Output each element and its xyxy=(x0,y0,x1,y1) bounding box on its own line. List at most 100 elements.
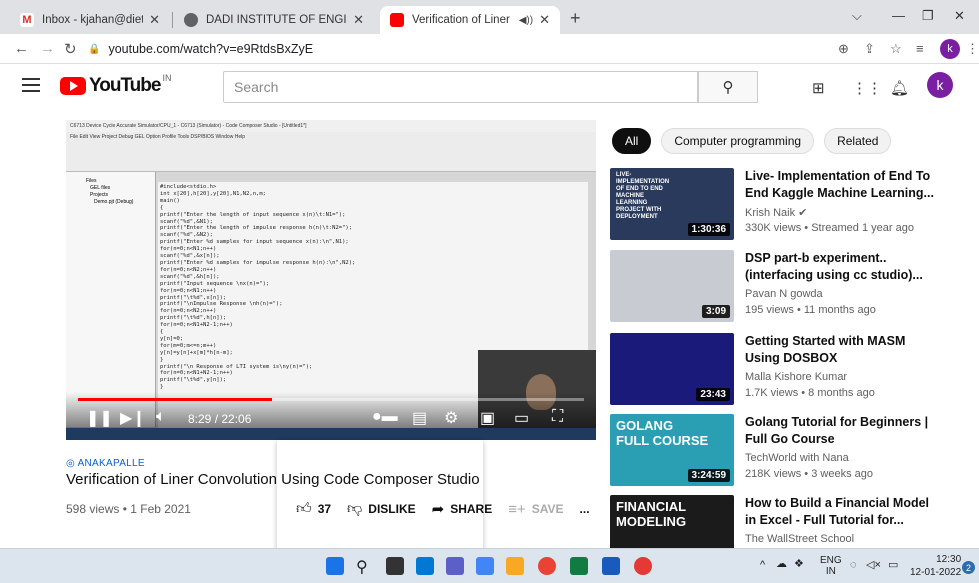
restore-icon[interactable]: ❐ xyxy=(922,8,934,24)
hover-card xyxy=(277,440,483,558)
chat-icon[interactable] xyxy=(446,557,464,575)
tab-inbox[interactable]: M Inbox - kjahan@diet.edu.in - Dad ✕ xyxy=(10,6,170,34)
youtube-logo[interactable]: YouTube IN xyxy=(60,73,171,97)
video-thumbnail[interactable]: GOLANG FULL COURSE 3:24:59 xyxy=(610,414,734,486)
word-icon[interactable] xyxy=(602,557,620,575)
video-time: 8:29 / 22:06 xyxy=(188,412,252,426)
next-icon[interactable]: ▶❙ xyxy=(120,408,146,428)
app-icon[interactable] xyxy=(634,557,652,575)
recommendation-card[interactable]: 23:43 Getting Started with MASM Using DOSB… xyxy=(610,333,970,413)
dropbox-icon[interactable]: ❖ xyxy=(794,559,804,570)
volume-icon[interactable]: 🔈︎ xyxy=(156,408,166,426)
edge-icon[interactable] xyxy=(476,557,494,575)
speaker-icon[interactable]: ◁× xyxy=(866,560,881,571)
channel-text: Krish Naik xyxy=(745,207,796,219)
video-stats: 1.7K views • 8 months ago xyxy=(745,387,875,399)
reading-list-icon[interactable]: ≡ xyxy=(916,41,924,56)
video-thumbnail[interactable]: LIVE- IMPLEMENTATION OF END TO END MACHI… xyxy=(610,168,734,240)
recommendation-title[interactable]: How to Build a Financial Model in Excel -… xyxy=(745,495,970,529)
screen-project-tree: Files GEL files Projects Demo.pjt (Debug… xyxy=(66,172,156,427)
close-tab-icon[interactable]: ✕ xyxy=(539,12,550,28)
clock[interactable]: 12:30 12-01-2022 xyxy=(910,553,961,579)
share-icon[interactable]: ⇪ xyxy=(864,41,875,57)
menu-icon[interactable] xyxy=(22,78,40,92)
like-button[interactable]: 👍︎ 37 xyxy=(296,500,331,518)
notification-badge[interactable]: 2 xyxy=(962,561,975,574)
back-icon[interactable]: ← xyxy=(14,40,29,57)
subtitles-icon[interactable]: ▤ xyxy=(412,408,427,428)
channel-name[interactable]: Pavan N gowda xyxy=(745,288,823,300)
forward-icon[interactable]: → xyxy=(40,40,55,57)
close-tab-icon[interactable]: ✕ xyxy=(149,12,160,28)
related-chips: All Computer programming Related xyxy=(612,128,901,154)
recommendation-title[interactable]: Golang Tutorial for Beginners | Full Go C… xyxy=(745,414,970,448)
widgets-icon[interactable] xyxy=(416,557,434,575)
browser-menu-icon[interactable]: ⋮ xyxy=(966,41,979,57)
close-window-icon[interactable]: ✕ xyxy=(954,8,965,24)
apps-icon[interactable]: ⋮⋮ xyxy=(852,79,882,97)
notifications-bell-icon[interactable]: 🔔︎ xyxy=(890,79,909,97)
reload-icon[interactable]: ↻ xyxy=(64,40,77,58)
bookmark-star-icon[interactable]: ☆ xyxy=(890,41,902,57)
globe-icon xyxy=(184,13,198,27)
chip-all[interactable]: All xyxy=(612,128,652,154)
channel-name[interactable]: Malla Kishore Kumar xyxy=(745,371,847,383)
new-tab-button[interactable]: + xyxy=(570,8,581,29)
file-explorer-icon[interactable] xyxy=(506,557,524,575)
show-hidden-icon[interactable]: ^ xyxy=(760,560,765,571)
share-button[interactable]: ➦ SHARE xyxy=(432,500,493,518)
tab-title: Inbox - kjahan@diet.edu.in - Dad xyxy=(42,14,144,26)
save-button[interactable]: ≡+ SAVE xyxy=(508,500,563,518)
browser-profile-avatar[interactable]: k xyxy=(940,39,960,59)
video-thumbnail[interactable]: 23:43 xyxy=(610,333,734,405)
recommendation-title[interactable]: Getting Started with MASM Using DOSBOX xyxy=(745,333,970,367)
search-taskbar-icon[interactable]: ⚲ xyxy=(356,557,374,576)
dislike-button[interactable]: 👎︎ DISLIKE xyxy=(347,500,416,518)
start-icon[interactable] xyxy=(326,557,344,575)
url-field[interactable]: 🔒 youtube.com/watch?v=e9RtdsBxZyE xyxy=(88,38,830,60)
audio-icon[interactable]: ◀)) xyxy=(519,15,533,26)
battery-icon[interactable]: ▭ xyxy=(888,560,898,571)
create-video-icon[interactable]: ⊞ xyxy=(812,79,825,97)
install-icon[interactable]: ⊕ xyxy=(838,41,849,57)
search-input[interactable]: Search xyxy=(223,71,698,103)
autoplay-toggle-icon[interactable]: ●▬ xyxy=(372,408,398,426)
miniplayer-icon[interactable]: ▣ xyxy=(480,408,495,428)
minimize-icon[interactable]: — xyxy=(892,8,905,23)
tab-youtube[interactable]: Verification of Liner Convolut ◀)) ✕ xyxy=(380,6,560,34)
pause-icon[interactable]: ❚❚ xyxy=(86,408,113,428)
recommendation-card[interactable]: GOLANG FULL COURSE 3:24:59 Golang Tutorial… xyxy=(610,414,970,494)
tab-dadi[interactable]: DADI INSTITUTE OF ENGINEERIN ✕ xyxy=(174,6,374,34)
account-avatar[interactable]: k xyxy=(927,72,953,98)
task-view-icon[interactable] xyxy=(386,557,404,575)
language-indicator[interactable]: ENG IN xyxy=(820,555,842,577)
recommendation-title[interactable]: DSP part-b experiment.. (interfacing usin… xyxy=(745,250,970,284)
channel-name[interactable]: Krish Naik ✔ xyxy=(745,206,807,219)
location-pin-icon: ◎ xyxy=(66,458,78,469)
onedrive-icon[interactable]: ☁ xyxy=(776,559,787,570)
tab-search-icon[interactable]: ⌵ xyxy=(852,8,862,24)
video-thumbnail[interactable]: 3:09 xyxy=(610,250,734,322)
chip-related[interactable]: Related xyxy=(824,128,892,154)
wifi-icon[interactable]: ◌ xyxy=(850,560,857,571)
close-tab-icon[interactable]: ✕ xyxy=(353,12,364,28)
code-line: printf("Enter %d samples for input seque… xyxy=(160,239,349,246)
tab-separator xyxy=(172,12,173,28)
recommendation-card[interactable]: LIVE- IMPLEMENTATION OF END TO END MACHI… xyxy=(610,168,970,248)
video-location[interactable]: ◎ ANAKAPALLE xyxy=(66,458,145,469)
channel-name[interactable]: TechWorld with Nana xyxy=(745,452,849,464)
more-actions-button[interactable]: ... xyxy=(580,500,590,518)
video-progress-bar[interactable] xyxy=(78,398,584,401)
logo-text: YouTube xyxy=(89,75,161,96)
settings-gear-icon[interactable]: ⚙ xyxy=(444,408,458,428)
chrome-icon[interactable] xyxy=(538,557,556,575)
fullscreen-icon[interactable]: ⛶ xyxy=(552,408,563,426)
youtube-header: YouTube IN Search ⚲ ⊞ ⋮⋮ 🔔︎ xyxy=(0,64,979,108)
recommendation-title[interactable]: Live- Implementation of End To End Kaggle… xyxy=(745,168,970,202)
chip-computer-programming[interactable]: Computer programming xyxy=(661,128,815,154)
recommendation-card[interactable]: 3:09 DSP part-b experiment.. (interfacing … xyxy=(610,250,970,330)
search-button[interactable]: ⚲ xyxy=(698,71,758,103)
excel-icon[interactable] xyxy=(570,557,588,575)
theater-mode-icon[interactable]: ▭ xyxy=(514,408,529,428)
channel-name[interactable]: The WallStreet School xyxy=(745,533,854,545)
